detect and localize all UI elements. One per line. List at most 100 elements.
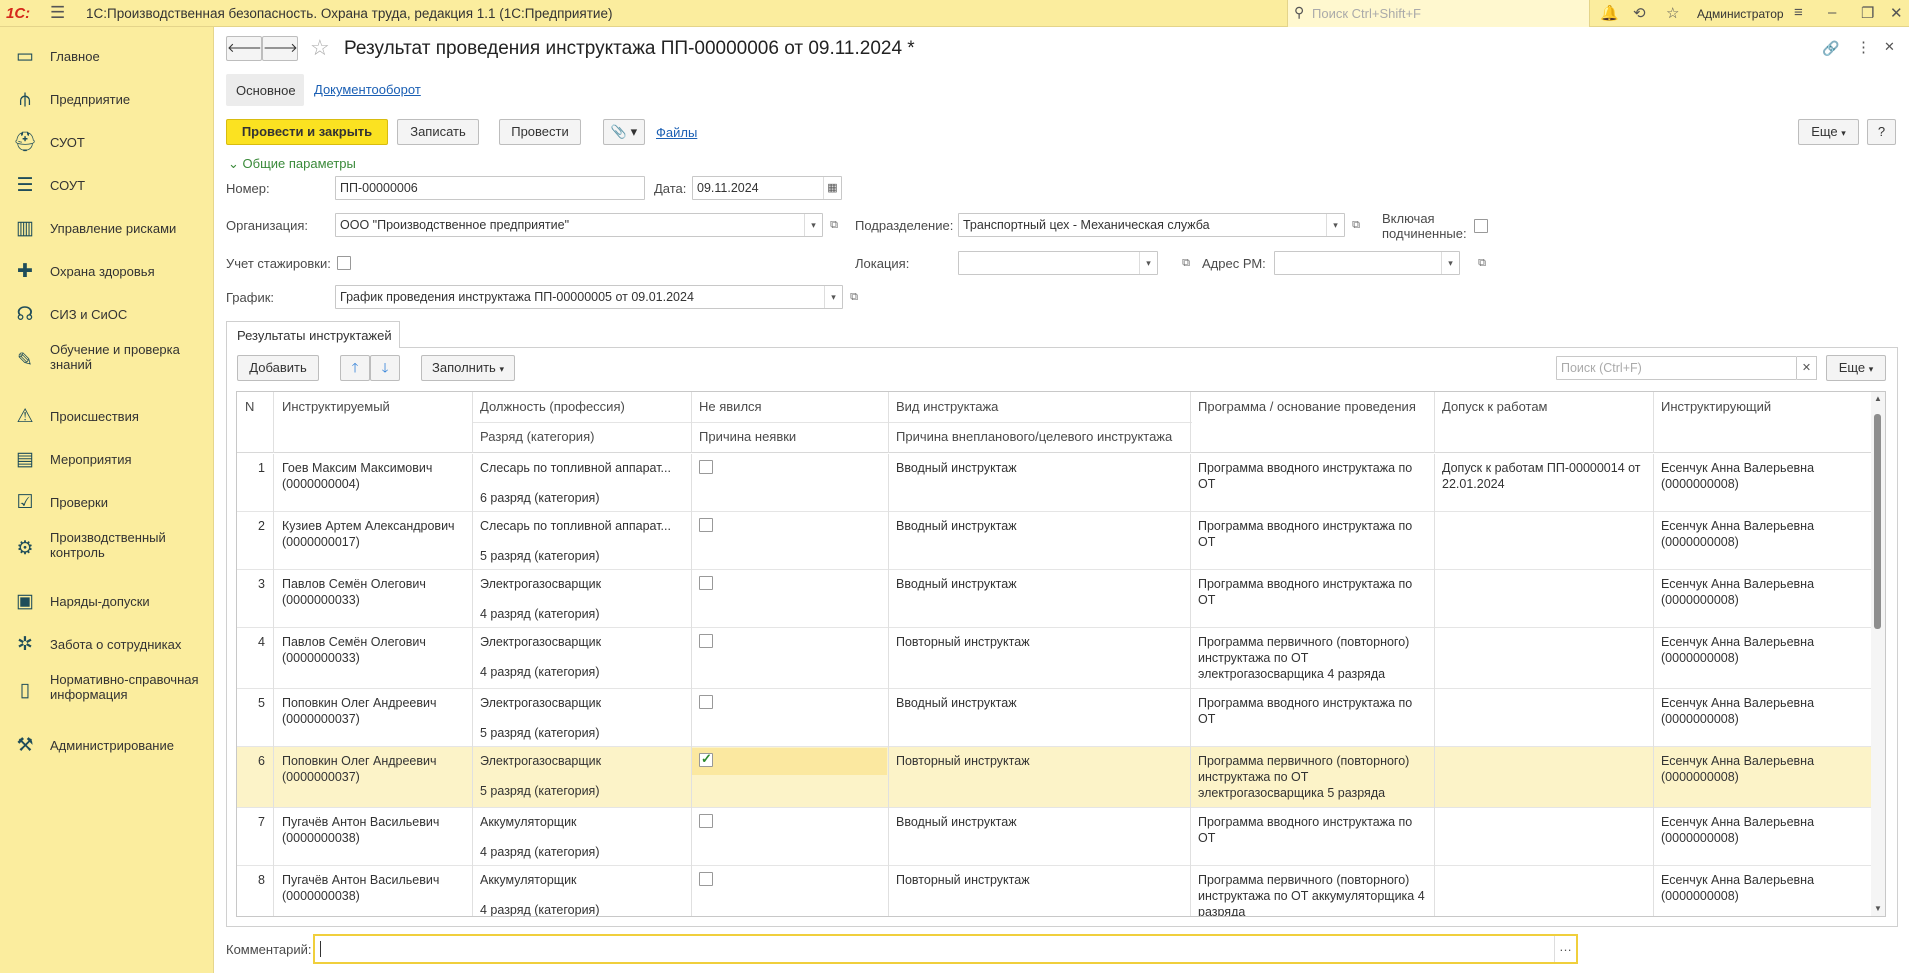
cell-program[interactable]: Программа первичного (повторного) инстру… (1198, 753, 1433, 801)
row-number[interactable]: 2 (245, 518, 265, 534)
sidebar-item-permits[interactable]: ▣ Наряды-допуски (0, 583, 214, 621)
cell-position[interactable]: Аккумуляторщик (480, 814, 685, 830)
cell-person[interactable]: Павлов Семён Олегович (0000000033) (282, 576, 467, 608)
row-number[interactable]: 6 (245, 753, 265, 769)
absent-checkbox[interactable] (699, 576, 713, 590)
col-unscheduled-reason[interactable]: Причина внепланового/целевого инструктаж… (896, 429, 1172, 444)
include-sub-checkbox[interactable] (1474, 219, 1488, 233)
star-icon[interactable]: ☆ (1666, 4, 1679, 22)
location-field[interactable]: ▾ (958, 251, 1158, 275)
cell-grade[interactable]: 5 разряд (категория) (480, 725, 685, 741)
cell-type[interactable]: Вводный инструктаж (896, 518, 1186, 534)
cell-position[interactable]: Электрогазосварщик (480, 634, 685, 650)
cell-type[interactable]: Вводный инструктаж (896, 695, 1186, 711)
chevron-down-icon[interactable]: ▾ (1326, 214, 1344, 236)
comment-expand-icon[interactable]: … (1554, 936, 1576, 962)
favorite-star-icon[interactable]: ☆ (310, 35, 330, 61)
cell-program[interactable]: Программа первичного (повторного) инстру… (1198, 872, 1433, 916)
absent-checkbox[interactable]: ✓ (699, 751, 713, 767)
scrollbar-thumb[interactable] (1874, 414, 1881, 629)
row-number[interactable]: 7 (245, 814, 265, 830)
date-field[interactable]: 09.11.2024 ▦ (692, 176, 842, 200)
cell-type[interactable]: Вводный инструктаж (896, 460, 1186, 476)
cell-grade[interactable]: 6 разряд (категория) (480, 490, 685, 506)
history-icon[interactable]: ⟲ (1633, 4, 1646, 22)
cell-position[interactable]: Электрогазосварщик (480, 576, 685, 592)
row-number[interactable]: 4 (245, 634, 265, 650)
cell-position[interactable]: Слесарь по топливной аппарат... (480, 460, 685, 476)
cell-program[interactable]: Программа вводного инструктажа по ОТ (1198, 695, 1433, 727)
table-more-button[interactable]: Еще ▾ (1826, 355, 1886, 381)
sidebar-item-incidents[interactable]: ⚠ Происшествия (0, 398, 214, 436)
scroll-up-icon[interactable]: ▲ (1874, 394, 1882, 403)
table-row[interactable]: 3 Павлов Семён Олегович (0000000033) Элект… (237, 570, 1871, 628)
form-close-icon[interactable]: ✕ (1884, 39, 1895, 55)
post-button[interactable]: Провести (499, 119, 581, 145)
org-field[interactable]: ООО "Производственное предприятие" ▾ (335, 213, 823, 237)
sidebar-item-inspections[interactable]: ☑ Проверки (0, 484, 214, 522)
row-number[interactable]: 8 (245, 872, 265, 888)
table-row[interactable]: 8 Пугачёв Антон Васильевич (0000000038) Ак… (237, 866, 1871, 916)
sidebar-item-admin[interactable]: ⚒ Администрирование (0, 727, 214, 765)
cell-instructor[interactable]: Есенчук Анна Валерьевна (0000000008) (1661, 695, 1866, 727)
cell-grade[interactable]: 4 разряд (категория) (480, 664, 685, 680)
sidebar-item-health[interactable]: ✚ Охрана здоровья (0, 253, 214, 291)
table-search-input[interactable]: Поиск (Ctrl+F) (1556, 356, 1797, 380)
absent-checkbox[interactable] (699, 695, 713, 709)
calendar-icon[interactable]: ▦ (823, 177, 841, 199)
cell-instructor[interactable]: Есенчук Анна Валерьевна (0000000008) (1661, 814, 1866, 846)
cell-permit[interactable]: Допуск к работам ПП-00000014 от 22.01.20… (1442, 460, 1647, 492)
help-button[interactable]: ? (1867, 119, 1896, 145)
chevron-down-icon[interactable]: ▾ (804, 214, 822, 236)
cell-person[interactable]: Пугачёв Антон Васильевич (0000000038) (282, 872, 467, 904)
sidebar-item-main[interactable]: ▭ Главное (0, 38, 214, 76)
table-row[interactable]: 5 Поповкин Олег Андреевич (0000000037) Эле… (237, 689, 1871, 747)
move-down-button[interactable]: 🡓 (370, 355, 400, 381)
table-scrollbar[interactable]: ▲ ▼ (1871, 392, 1885, 916)
more-vertical-icon[interactable]: ⋮ (1856, 38, 1871, 56)
chevron-down-icon[interactable]: ▾ (824, 286, 842, 308)
forward-button[interactable]: 🡒 (262, 36, 298, 61)
general-params-toggle[interactable]: ⌄ Общие параметры (228, 156, 356, 172)
tab-results[interactable]: Результаты инструктажей (226, 321, 400, 348)
open-location-icon[interactable]: ⧉ (1177, 252, 1195, 274)
col-absent[interactable]: Не явился (699, 399, 762, 414)
cell-person[interactable]: Павлов Семён Олегович (0000000033) (282, 634, 467, 666)
table-row[interactable]: 7 Пугачёв Антон Васильевич (0000000038) Ак… (237, 808, 1871, 866)
cell-person[interactable]: Поповкин Олег Андреевич (0000000037) (282, 695, 467, 727)
chevron-down-icon[interactable]: ▾ (1139, 252, 1157, 274)
cell-grade[interactable]: 5 разряд (категория) (480, 783, 685, 799)
sidebar-item-training[interactable]: ✎ Обучение и проверка знаний (0, 339, 214, 377)
cell-grade[interactable]: 4 разряд (категория) (480, 902, 685, 916)
cell-program[interactable]: Программа вводного инструктажа по ОТ (1198, 576, 1433, 608)
col-permit[interactable]: Допуск к работам (1442, 399, 1548, 414)
cell-position[interactable]: Аккумуляторщик (480, 872, 685, 888)
row-number[interactable]: 3 (245, 576, 265, 592)
cell-grade[interactable]: 5 разряд (категория) (480, 548, 685, 564)
table-row[interactable]: 1 Гоев Максим Максимович (0000000004) Слес… (237, 454, 1871, 512)
cell-person[interactable]: Поповкин Олег Андреевич (0000000037) (282, 753, 467, 785)
cell-type[interactable]: Вводный инструктаж (896, 814, 1186, 830)
tab-main[interactable]: Основное (226, 74, 304, 106)
col-type[interactable]: Вид инструктажа (896, 399, 998, 414)
cell-position[interactable]: Электрогазосварщик (480, 753, 685, 769)
back-button[interactable]: 🡐 (226, 36, 262, 61)
schedule-field[interactable]: График проведения инструктажа ПП-0000000… (335, 285, 843, 309)
cell-instructor[interactable]: Есенчук Анна Валерьевна (0000000008) (1661, 576, 1866, 608)
window-menu-icon[interactable]: ≡ (1794, 4, 1803, 21)
files-link[interactable]: Файлы (656, 125, 697, 140)
chevron-down-icon[interactable]: ▾ (1441, 252, 1459, 274)
sidebar-item-suot[interactable]: ⛑ СУОТ (0, 124, 214, 162)
row-number[interactable]: 1 (245, 460, 265, 476)
col-n[interactable]: N (245, 399, 254, 414)
post-and-close-button[interactable]: Провести и закрыть (226, 119, 388, 145)
sidebar-item-care[interactable]: ✲ Забота о сотрудниках (0, 626, 214, 664)
move-up-button[interactable]: 🡑 (340, 355, 370, 381)
cell-position[interactable]: Слесарь по топливной аппарат... (480, 518, 685, 534)
cell-person[interactable]: Гоев Максим Максимович (0000000004) (282, 460, 467, 492)
comment-input[interactable]: … (313, 934, 1578, 964)
internship-checkbox[interactable] (337, 256, 351, 270)
tab-docflow[interactable]: Документооборот (314, 82, 421, 97)
col-instructor[interactable]: Инструктирующий (1661, 399, 1771, 414)
col-person[interactable]: Инструктируемый (282, 399, 390, 414)
